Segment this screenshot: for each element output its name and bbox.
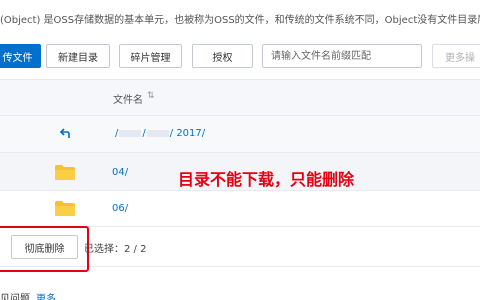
folder-link[interactable]: 06/	[112, 203, 128, 214]
fragment-management-button[interactable]: 碎片管理	[119, 44, 182, 68]
annotation-text: 目录不能下载，只能删除	[178, 170, 355, 189]
intro-text: (Object) 是OSS存储数据的基本单元，也被称为OSS的文件，和传统的文件…	[0, 15, 480, 26]
selection-count: 已选择：2 / 2	[84, 244, 147, 255]
parent-path-link[interactable]: / // 2017/	[115, 128, 205, 139]
more-actions-button[interactable]: 更多操	[432, 44, 480, 68]
faq-label: 见问题	[0, 294, 30, 300]
toolbar: 传文件 新建目录 碎片管理 授权 更多操	[0, 44, 480, 68]
new-directory-button[interactable]: 新建目录	[46, 44, 110, 68]
folder-icon	[55, 165, 75, 180]
sort-icon[interactable]: ⇅	[147, 91, 155, 101]
folder-link[interactable]: 04/	[112, 167, 128, 178]
back-arrow-icon[interactable]	[56, 125, 74, 143]
table-row[interactable]: 06/	[0, 191, 480, 227]
folder-icon	[55, 201, 75, 216]
authorize-button[interactable]: 授权	[192, 44, 253, 68]
faq-more-link[interactable]: 更多	[36, 290, 56, 300]
path-suffix: 2017/	[176, 128, 206, 139]
parent-directory-row[interactable]: / // 2017/	[0, 116, 480, 153]
search-input[interactable]	[262, 44, 422, 68]
upload-button[interactable]: 传文件	[0, 44, 41, 68]
table-header: 文件名 ⇅	[0, 79, 480, 116]
column-filename[interactable]: 文件名	[113, 91, 143, 106]
delete-button[interactable]: 彻底删除	[11, 235, 78, 259]
redacted-path-segment	[146, 129, 169, 137]
redacted-path-segment	[119, 129, 142, 137]
